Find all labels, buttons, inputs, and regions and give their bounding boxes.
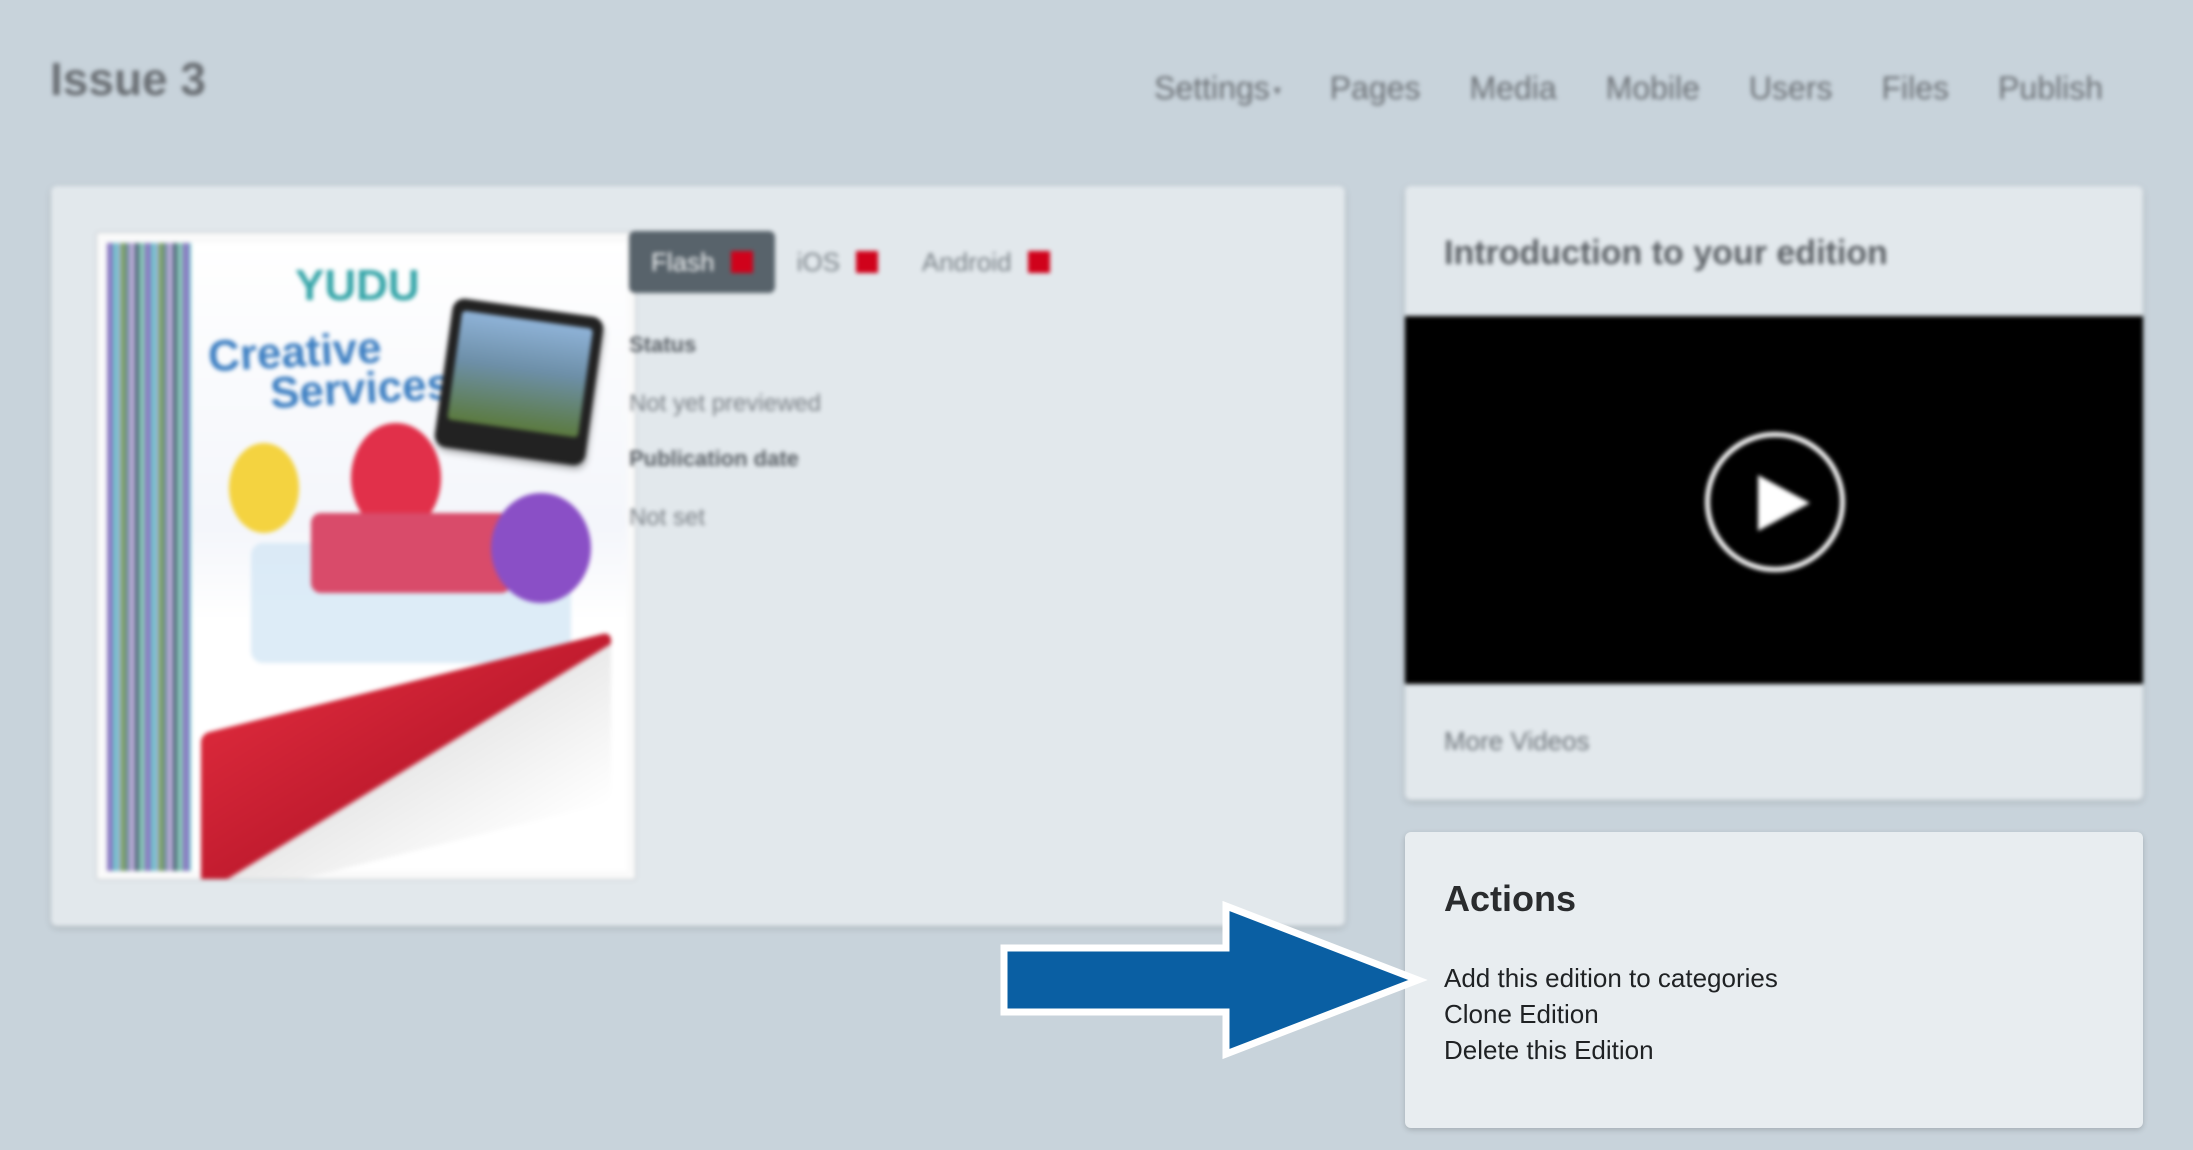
- more-videos-link[interactable]: More Videos: [1444, 726, 1590, 757]
- video-panel-title: Introduction to your edition: [1444, 234, 1888, 272]
- publication-date-label: Publication date: [629, 446, 799, 471]
- tab-ios-label: iOS: [796, 246, 840, 277]
- nav-settings-label: Settings: [1154, 70, 1270, 106]
- edition-panel: YUDU Creative Services Flash iOS Android…: [51, 186, 1345, 926]
- status-value: Not yet previewed: [629, 390, 822, 417]
- play-icon: [1758, 475, 1810, 531]
- status-label: Status: [629, 332, 697, 357]
- nav-users[interactable]: Users: [1749, 70, 1833, 107]
- nav-mobile[interactable]: Mobile: [1606, 70, 1700, 107]
- cover-banner: [311, 513, 511, 593]
- edition-cover-thumbnail[interactable]: YUDU Creative Services: [95, 231, 637, 881]
- delete-edition-link[interactable]: Delete this Edition: [1444, 1032, 1778, 1068]
- nav-publish[interactable]: Publish: [1998, 70, 2103, 107]
- clone-edition-link[interactable]: Clone Edition: [1444, 996, 1778, 1032]
- cover-character-yellow: [229, 443, 299, 533]
- add-to-categories-link[interactable]: Add this edition to categories: [1444, 960, 1778, 996]
- tab-ios[interactable]: iOS: [775, 231, 900, 293]
- actions-panel: Actions Add this edition to categories C…: [1405, 832, 2143, 1128]
- actions-title: Actions: [1444, 878, 1577, 919]
- status-indicator-icon: [855, 251, 878, 273]
- status-indicator-icon: [1027, 251, 1050, 273]
- nav-pages[interactable]: Pages: [1330, 70, 1421, 107]
- nav-settings[interactable]: Settings ▾: [1154, 70, 1281, 107]
- cover-art: YUDU Creative Services: [191, 243, 627, 879]
- tablet-screen: [447, 310, 594, 438]
- cover-logo: YUDU: [295, 261, 420, 310]
- tab-android-label: Android: [921, 246, 1012, 277]
- cover-devices-image: [201, 631, 611, 879]
- top-navigation: Settings ▾ Pages Media Mobile Users Files…: [1154, 70, 2103, 107]
- chevron-down-icon: ▾: [1273, 82, 1281, 99]
- status-indicator-icon: [730, 251, 753, 273]
- video-player[interactable]: [1405, 316, 2143, 684]
- tab-android[interactable]: Android: [900, 231, 1072, 293]
- video-panel: Introduction to your edition More Videos: [1405, 186, 2143, 800]
- right-arrow-icon: [1000, 900, 1428, 1060]
- tablet-image: [433, 297, 605, 467]
- cover-spine-stripes: [107, 243, 191, 871]
- tab-flash[interactable]: Flash: [629, 231, 775, 293]
- publication-date-value: Not set: [629, 504, 706, 531]
- actions-list: Add this edition to categories Clone Edi…: [1444, 960, 1778, 1068]
- nav-files[interactable]: Files: [1881, 70, 1949, 107]
- page-title: Issue 3: [50, 53, 206, 105]
- platform-tabs: Flash iOS Android: [629, 231, 1072, 293]
- page: Issue 3 Settings ▾ Pages Media Mobile Use…: [0, 0, 2193, 1150]
- play-button[interactable]: [1705, 432, 1845, 572]
- tab-flash-label: Flash: [651, 246, 715, 277]
- cover-character-purple: [491, 493, 591, 603]
- cover-headline: Creative Services: [207, 323, 452, 418]
- nav-media[interactable]: Media: [1470, 70, 1557, 107]
